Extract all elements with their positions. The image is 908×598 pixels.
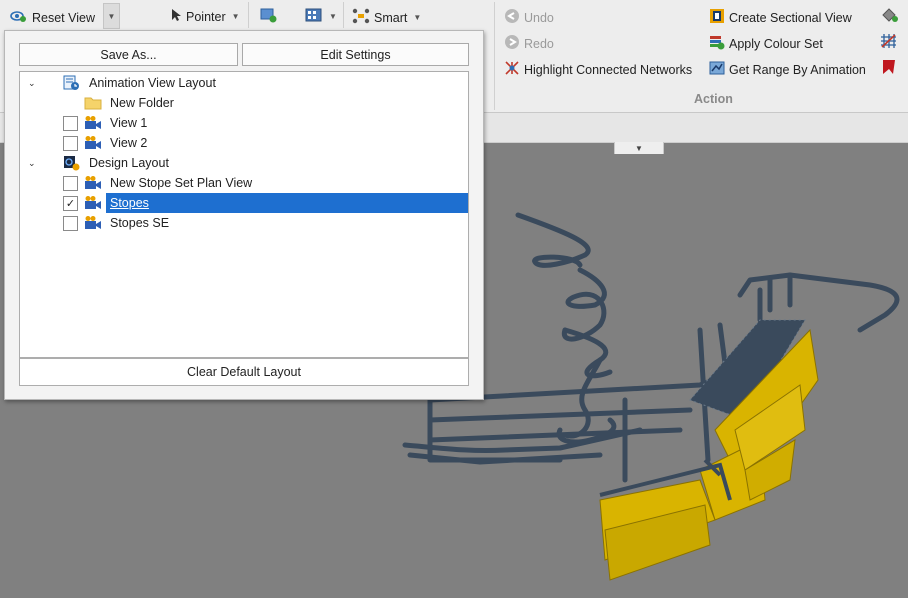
design-layout-icon — [63, 155, 81, 171]
tree-item-view-1[interactable]: View 1 — [20, 113, 468, 133]
tree-item-new-folder[interactable]: New Folder — [20, 93, 468, 113]
tree-item-label: Stopes — [110, 196, 149, 210]
camera-icon — [84, 115, 102, 131]
reset-view-button[interactable]: Reset View — [10, 8, 95, 27]
grid-icon — [880, 33, 898, 52]
undo-label: Undo — [524, 10, 554, 25]
apply-colour-set-label: Apply Colour Set — [729, 36, 823, 51]
tree-item-label: Animation View Layout — [89, 76, 216, 90]
get-range-by-animation-label: Get Range By Animation — [729, 62, 866, 77]
chevron-down-icon: ▼ — [329, 12, 337, 21]
layout-popup: Save As... Edit Settings ⌄ Animation Vie… — [4, 30, 484, 400]
reset-view-icon — [10, 8, 28, 27]
toolbar-divider — [343, 2, 344, 28]
apply-colour-set-button[interactable]: Apply Colour Set — [709, 34, 823, 53]
paint-bucket-icon — [880, 7, 898, 26]
redo-label: Redo — [524, 36, 554, 51]
range-icon — [709, 60, 725, 79]
animation-layout-icon — [63, 75, 81, 91]
folder-icon — [84, 95, 102, 111]
redo-button[interactable]: Redo — [504, 34, 554, 53]
stopes-se-checkbox[interactable] — [63, 215, 78, 231]
view-1-checkbox[interactable] — [63, 115, 78, 131]
grid-tool-button[interactable] — [880, 33, 898, 52]
chevron-down-icon: ▼ — [107, 11, 116, 21]
pointer-label: Pointer — [186, 9, 226, 24]
tree-group-design-layout[interactable]: ⌄ Design Layout — [20, 153, 468, 173]
layout-tree: ⌄ Animation View Layout New Folder View … — [19, 71, 469, 358]
smart-icon — [352, 8, 370, 27]
chevron-down-icon: ▼ — [635, 143, 643, 153]
reset-view-label: Reset View — [32, 10, 95, 25]
camera-icon — [84, 135, 102, 151]
highlight-networks-button[interactable]: Highlight Connected Networks — [504, 60, 692, 79]
chevron-down-icon: ▼ — [413, 13, 422, 22]
redo-icon — [504, 34, 520, 53]
chevron-down-icon[interactable]: ⌄ — [28, 158, 36, 169]
toolbar-divider — [248, 2, 249, 28]
layers-icon — [260, 7, 278, 26]
pointer-icon — [170, 8, 182, 25]
tree-group-animation-view-layout[interactable]: ⌄ Animation View Layout — [20, 73, 468, 93]
flag-tool-button[interactable] — [880, 59, 898, 78]
clear-default-layout-button[interactable]: Clear Default Layout — [19, 358, 469, 386]
tree-item-stopes[interactable]: ✓ Stopes — [20, 193, 468, 213]
chevron-down-icon[interactable]: ⌄ — [28, 78, 36, 89]
reset-view-dropdown[interactable]: ▼ — [103, 3, 120, 29]
view-options-button[interactable]: ▼ — [305, 7, 337, 26]
view-2-checkbox[interactable] — [63, 135, 78, 151]
camera-icon — [84, 175, 102, 191]
tree-item-label: New Folder — [110, 96, 174, 110]
selection-highlight — [106, 193, 468, 213]
tree-item-label: New Stope Set Plan View — [110, 176, 253, 190]
tree-item-new-stope-set-plan-view[interactable]: New Stope Set Plan View — [20, 173, 468, 193]
chevron-down-icon: ▼ — [231, 12, 240, 21]
edit-settings-button[interactable]: Edit Settings — [242, 43, 469, 66]
save-as-label: Save As... — [100, 47, 157, 62]
network-icon — [504, 60, 520, 79]
tree-item-label: View 1 — [110, 116, 148, 130]
tree-item-label: View 2 — [110, 136, 148, 150]
highlight-networks-label: Highlight Connected Networks — [524, 62, 693, 77]
smart-button[interactable]: Smart ▼ — [352, 8, 421, 27]
stopes-checkbox[interactable]: ✓ — [63, 195, 78, 211]
camera-icon — [84, 215, 102, 231]
new-stope-set-plan-view-checkbox[interactable] — [63, 175, 78, 191]
create-sectional-view-label: Create Sectional View — [729, 10, 852, 25]
save-as-button[interactable]: Save As... — [19, 43, 238, 66]
camera-icon — [84, 195, 102, 211]
film-icon — [305, 7, 323, 26]
pointer-button[interactable]: Pointer ▼ — [170, 8, 240, 25]
layers-button[interactable] — [260, 7, 278, 26]
undo-icon — [504, 8, 520, 27]
section-icon — [709, 8, 725, 27]
clear-default-layout-label: Clear Default Layout — [187, 365, 301, 379]
tree-item-view-2[interactable]: View 2 — [20, 133, 468, 153]
undo-button[interactable]: Undo — [504, 8, 554, 27]
create-sectional-view-button[interactable]: Create Sectional View — [709, 8, 852, 27]
paint-tool-button[interactable] — [880, 7, 898, 26]
flag-icon — [880, 59, 898, 78]
tree-item-label: Design Layout — [89, 156, 169, 170]
tree-item-stopes-se[interactable]: Stopes SE — [20, 213, 468, 233]
colour-set-icon — [709, 34, 725, 53]
edit-settings-label: Edit Settings — [320, 47, 391, 62]
tree-item-label: Stopes SE — [110, 216, 170, 230]
action-group-label: Action — [694, 92, 733, 106]
get-range-by-animation-button[interactable]: Get Range By Animation — [709, 60, 866, 79]
smart-label: Smart — [374, 10, 408, 25]
ribbon-group-divider — [494, 2, 495, 110]
